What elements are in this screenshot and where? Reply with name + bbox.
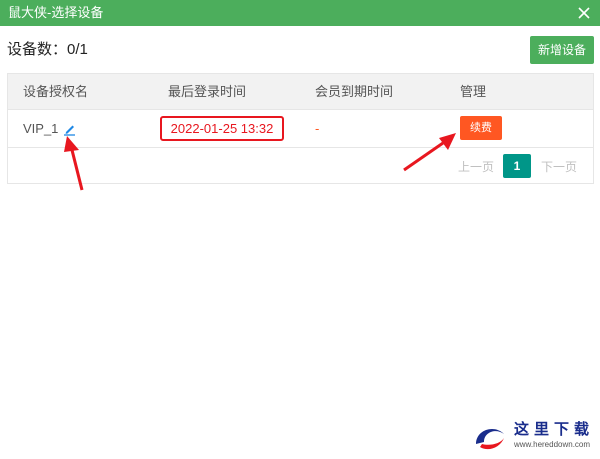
next-page-button[interactable]: 下一页 <box>541 158 577 175</box>
edit-icon[interactable] <box>63 122 77 136</box>
pagination: 上一页 1 下一页 <box>8 149 593 183</box>
column-header-expire: 会员到期时间 <box>315 84 394 99</box>
column-header-manage: 管理 <box>460 84 487 99</box>
last-login-cell: 2022-01-25 13:32 <box>160 116 284 141</box>
watermark-url: www.hereddown.com <box>514 440 591 449</box>
watermark-logo: 这里下载 www.hereddown.com <box>470 414 595 456</box>
device-name-cell: VIP_1 <box>23 121 59 136</box>
expire-cell: - <box>315 121 320 136</box>
prev-page-button[interactable]: 上一页 <box>458 158 494 175</box>
table-row: VIP_1 2022-01-25 13:32 - 续费 <box>8 110 593 148</box>
annotation-arrows <box>64 133 456 191</box>
window-titlebar: 鼠大侠-选择设备 <box>0 0 600 26</box>
close-icon[interactable] <box>574 3 594 23</box>
table-header: 设备授权名 最后登录时间 会员到期时间 管理 <box>8 74 593 110</box>
column-header-device-name: 设备授权名 <box>23 84 89 99</box>
watermark-text: 这里下载 <box>514 420 595 438</box>
page-number-button[interactable]: 1 <box>503 154 531 178</box>
add-device-button[interactable]: 新增设备 <box>530 36 594 64</box>
device-table: 设备授权名 最后登录时间 会员到期时间 管理 VIP_1 2022-01-25 … <box>7 73 594 184</box>
window-title: 鼠大侠-选择设备 <box>8 5 104 20</box>
renew-button[interactable]: 续费 <box>460 116 502 140</box>
watermark-swirl-icon <box>476 429 504 450</box>
device-count-label: 设备数：0/1 <box>7 41 88 58</box>
column-header-last-login: 最后登录时间 <box>168 84 247 99</box>
